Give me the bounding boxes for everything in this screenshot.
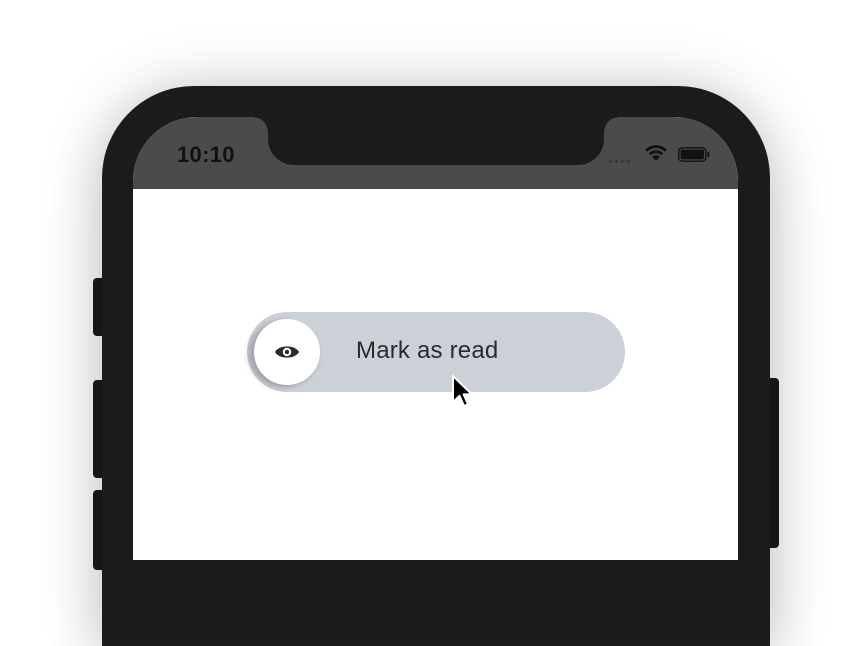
wifi-icon bbox=[645, 145, 667, 161]
signal-icon bbox=[609, 160, 630, 163]
status-time: 10:10 bbox=[177, 142, 235, 167]
status-bar: 10:10 bbox=[133, 117, 738, 189]
mouse-cursor-icon bbox=[452, 375, 473, 407]
mark-as-read-label: Mark as read bbox=[356, 337, 499, 364]
mark-as-read-knob[interactable] bbox=[254, 319, 320, 385]
battery-icon bbox=[678, 147, 710, 162]
notch bbox=[254, 117, 618, 165]
eye-icon bbox=[275, 346, 299, 358]
